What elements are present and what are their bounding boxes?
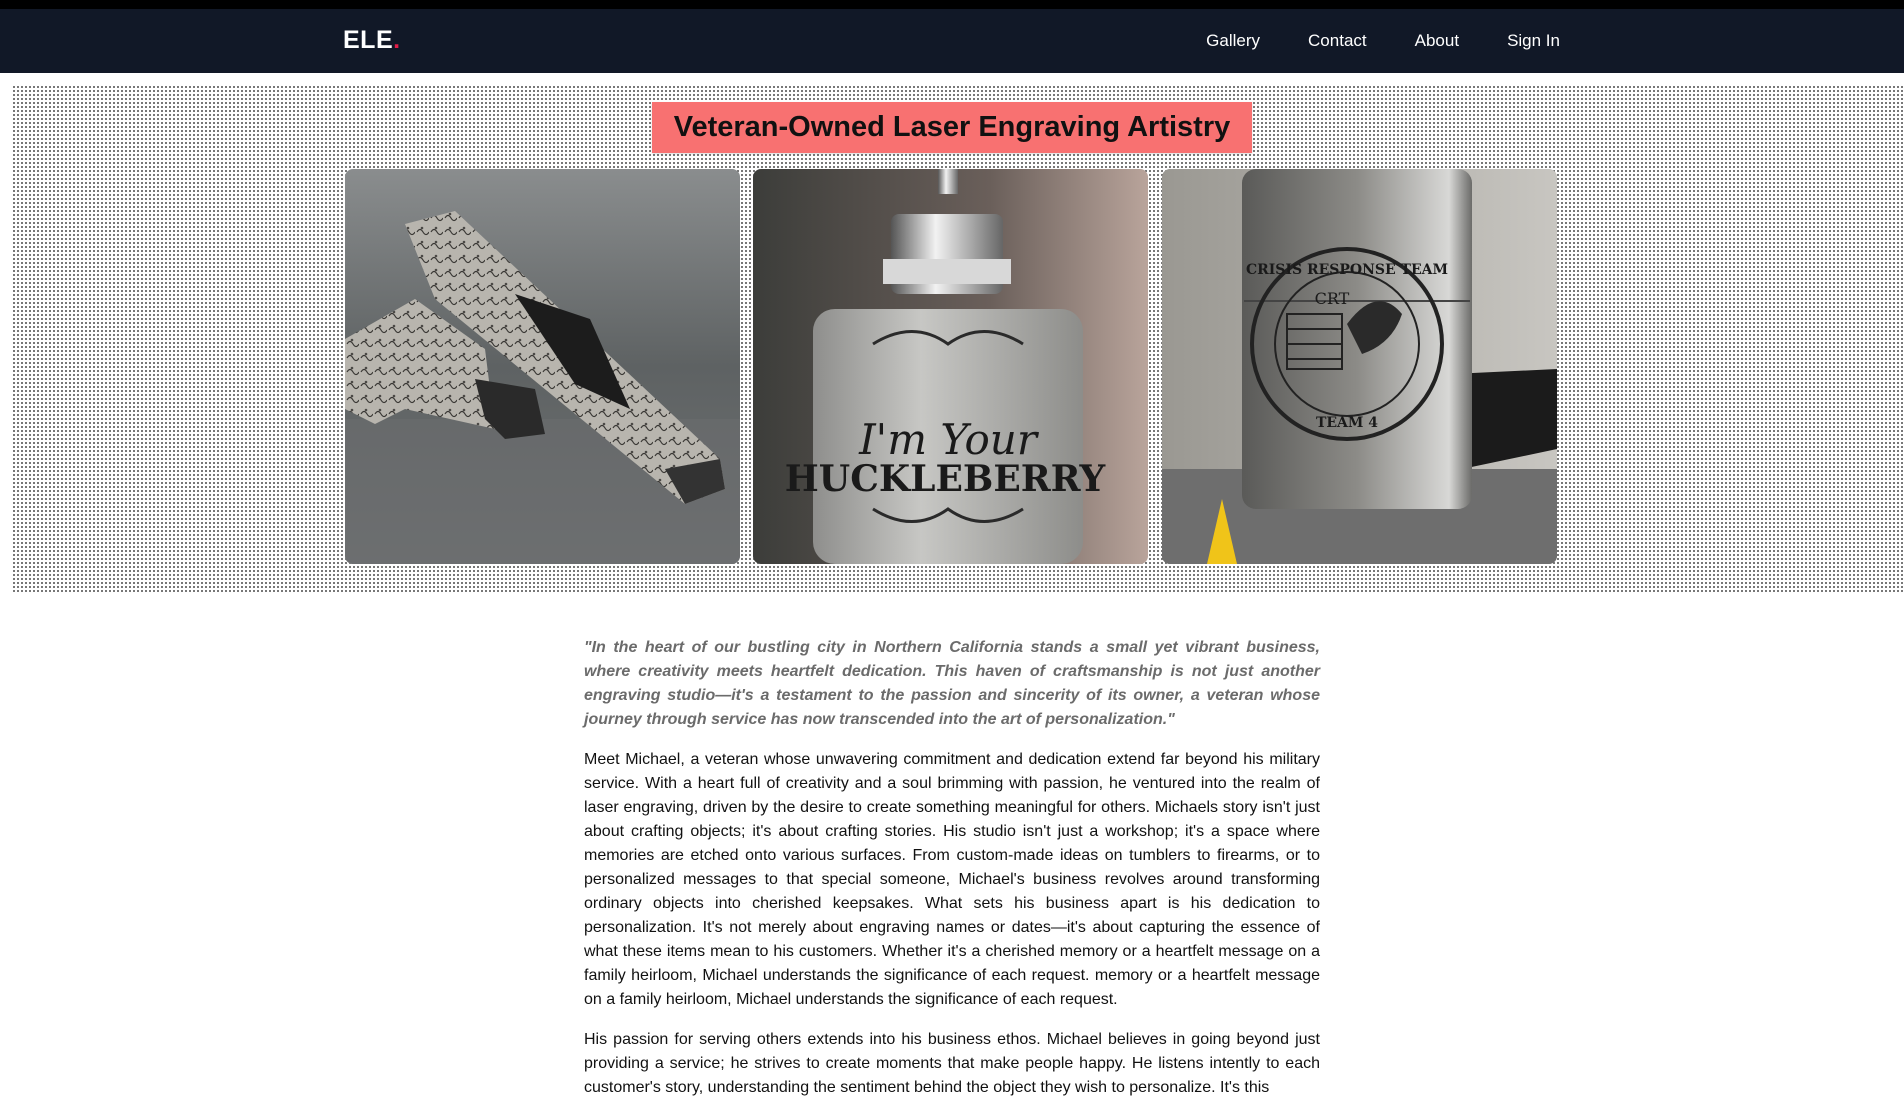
logo-dot: . (393, 26, 401, 54)
nav-link-gallery[interactable]: Gallery (1206, 31, 1260, 51)
flask-engraving-line2: HUCKLEBERRY (785, 458, 1107, 500)
engraved-pistol-photo (345, 169, 740, 564)
lighter-engraving-bottom: TEAM 4 (1316, 415, 1378, 431)
nav-link-about[interactable]: About (1415, 31, 1459, 51)
paragraph-1: Meet Michael, a veteran whose unwavering… (584, 751, 1320, 1008)
nav-links: Gallery Contact About Sign In (1158, 31, 1560, 51)
nav-link-contact[interactable]: Contact (1308, 31, 1367, 51)
engraved-lighter-photo: CRISIS RESPONSE TEAM CRT TEAM 4 (1162, 169, 1557, 564)
site-logo[interactable]: ELE. (343, 26, 401, 55)
engraved-flask-keychain-photo: I'm Your HUCKLEBERRY (753, 169, 1148, 564)
intro-quote: "In the heart of our bustling city in No… (584, 639, 1320, 728)
logo-text: ELE (343, 26, 394, 54)
article-content: "In the heart of our bustling city in No… (584, 636, 1320, 1116)
lighter-engraving-arc: CRISIS RESPONSE TEAM (1246, 262, 1448, 278)
lighter-engraving-badge: CRT (1315, 289, 1350, 308)
flask-engraving-line1: I'm Your (858, 415, 1040, 464)
hero-title: Veteran-Owned Laser Engraving Artistry (652, 102, 1252, 153)
paragraph-2: His passion for serving others extends i… (584, 1031, 1320, 1096)
nav-link-sign-in[interactable]: Sign In (1507, 31, 1560, 51)
top-strip (0, 0, 1904, 9)
navbar: ELE. Gallery Contact About Sign In (0, 9, 1904, 73)
